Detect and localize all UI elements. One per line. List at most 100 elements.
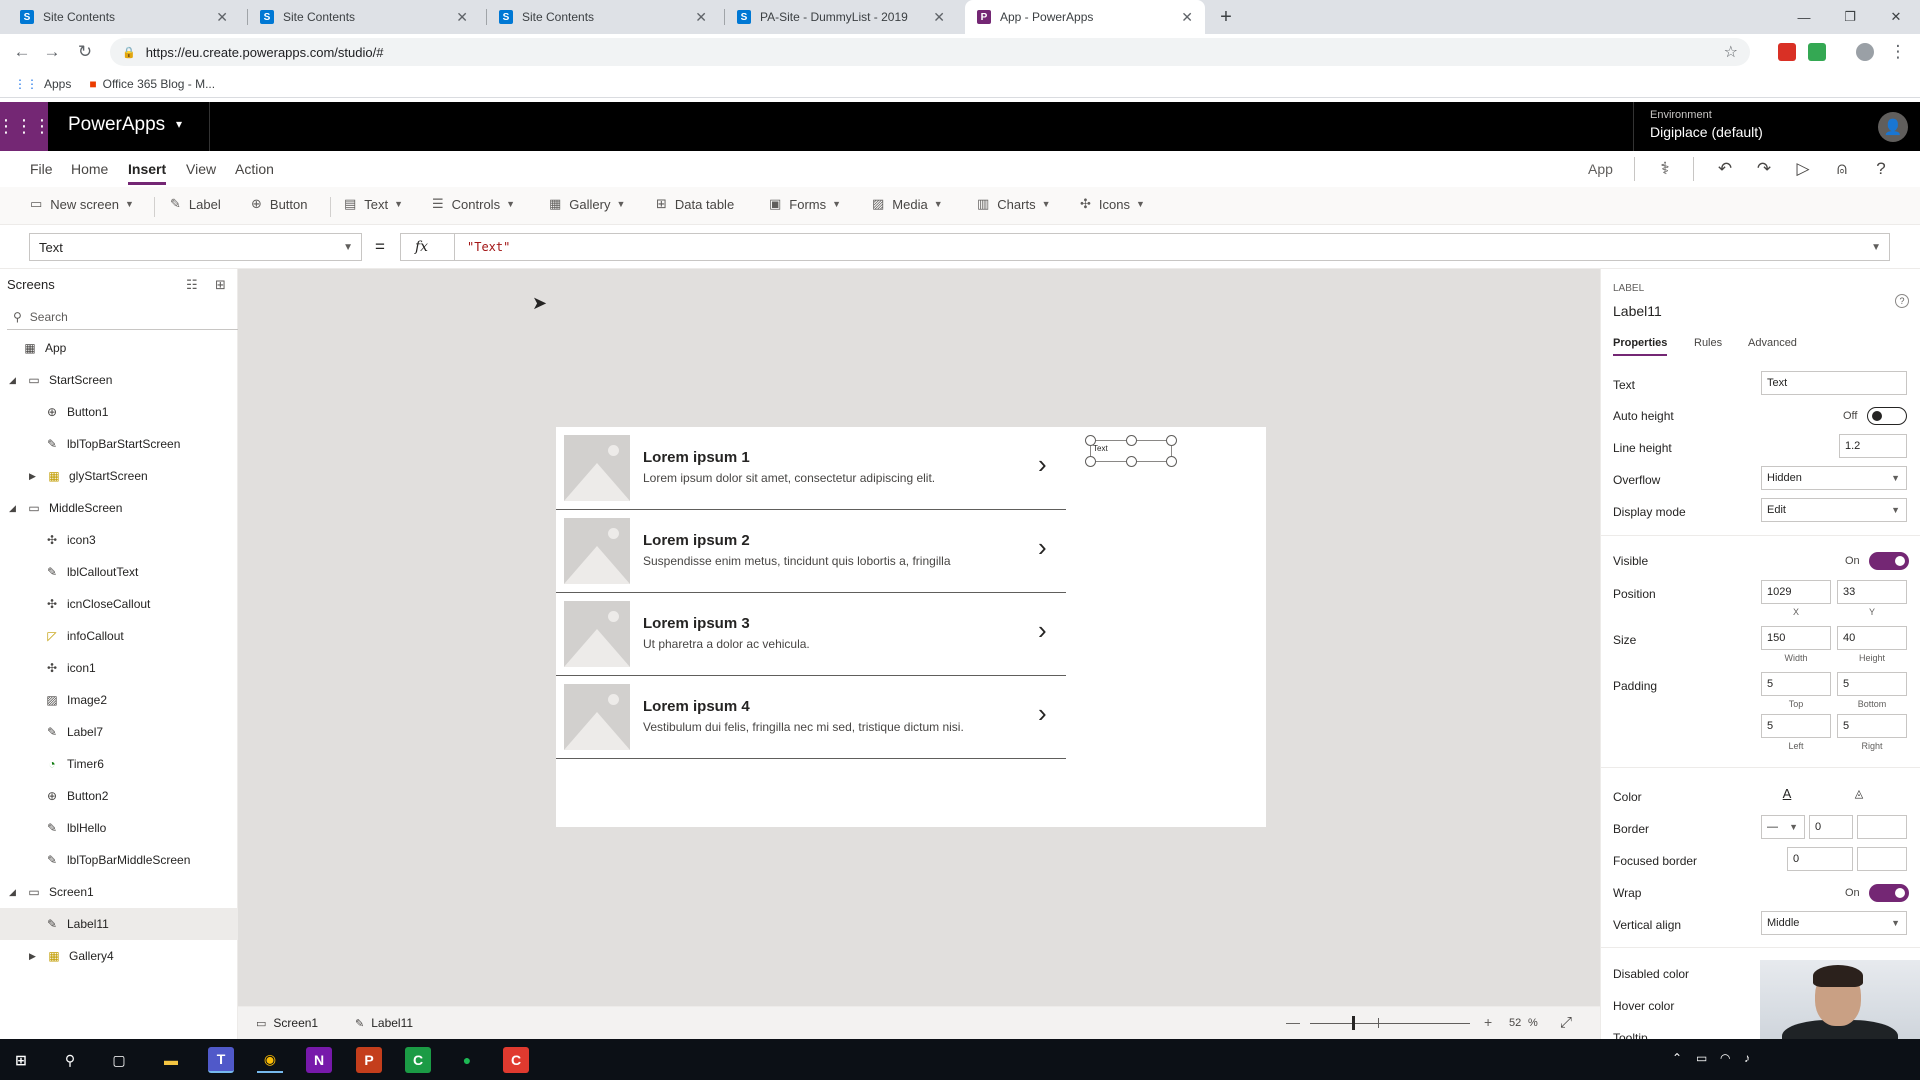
powerpoint-icon[interactable]: P xyxy=(356,1047,382,1073)
reload-icon[interactable]: ↻ xyxy=(73,40,97,64)
tree-node-startscreen[interactable]: ◢ ▭ StartScreen xyxy=(0,364,237,396)
fill-color-picker-icon[interactable]: ◬ xyxy=(1837,782,1881,804)
tree-search-input[interactable]: ⚲ Search xyxy=(7,304,238,330)
insert-data-table-button[interactable]: ⊞ Data table xyxy=(656,196,734,212)
text-color-picker-icon[interactable]: A xyxy=(1765,782,1809,804)
padding-top-input[interactable]: 5 xyxy=(1761,672,1831,696)
expand-formula-icon[interactable]: ▼ xyxy=(1871,242,1881,253)
app-checker-label[interactable]: App xyxy=(1588,161,1613,177)
tree-node-icon1[interactable]: ✣ icon1 xyxy=(0,652,237,684)
share-user-icon[interactable]: ⍝ xyxy=(1829,157,1855,181)
resize-handle[interactable] xyxy=(1166,435,1177,446)
breadcrumb-label11[interactable]: ✎ Label11 xyxy=(355,1016,413,1030)
zoom-slider[interactable] xyxy=(1310,1023,1470,1024)
close-tab-icon[interactable]: ✕ xyxy=(933,9,945,26)
text-prop-input[interactable]: Text xyxy=(1761,371,1907,395)
browser-tab[interactable]: S PA-Site - DummyList - 2019 ✕ xyxy=(725,0,957,34)
menu-home[interactable]: Home xyxy=(71,161,108,177)
tree-node-label7[interactable]: ✎ Label7 xyxy=(0,716,237,748)
collapse-caret-icon[interactable]: ◢ xyxy=(9,375,16,386)
restore-icon[interactable]: ❐ xyxy=(1830,4,1870,30)
vertical-align-dropdown[interactable]: Middle ▼ xyxy=(1761,911,1907,935)
back-icon[interactable]: ← xyxy=(10,40,34,64)
onenote-icon[interactable]: N xyxy=(306,1047,332,1073)
insert-charts-dropdown[interactable]: ▥ Charts ▼ xyxy=(977,196,1051,212)
tree-node-timer6[interactable]: ◔ Timer6 xyxy=(0,748,237,780)
user-avatar-icon[interactable]: 👤 xyxy=(1878,112,1908,142)
chevron-right-icon[interactable]: › xyxy=(1038,449,1047,480)
file-explorer-icon[interactable]: ▬ xyxy=(158,1047,184,1073)
zoom-in-button[interactable]: + xyxy=(1484,1014,1492,1030)
insert-gallery-dropdown[interactable]: ▦ Gallery ▼ xyxy=(549,196,625,212)
menu-view[interactable]: View xyxy=(186,161,216,177)
environment-picker[interactable]: Digiplace (default) xyxy=(1650,124,1763,140)
insert-icons-dropdown[interactable]: ✣ Icons ▼ xyxy=(1080,196,1145,212)
menu-file[interactable]: File xyxy=(30,161,53,177)
fit-to-window-icon[interactable]: ⤢ xyxy=(1560,1014,1572,1031)
chevron-right-icon[interactable]: › xyxy=(1038,698,1047,729)
formula-text[interactable]: "Text" xyxy=(455,240,510,254)
browser-tab[interactable]: S Site Contents ✕ xyxy=(487,0,719,34)
focused-border-color-picker[interactable] xyxy=(1857,847,1907,871)
visible-toggle[interactable] xyxy=(1869,552,1909,570)
tree-node-glystartscreen[interactable]: ▶ ▦ glyStartScreen xyxy=(0,460,237,492)
browser-menu-icon[interactable]: ⋮ xyxy=(1886,40,1910,64)
control-name[interactable]: Label11 xyxy=(1613,303,1662,319)
browser-tab[interactable]: S Site Contents ✕ xyxy=(248,0,480,34)
browser-tab-active[interactable]: P App - PowerApps ✕ xyxy=(965,0,1205,34)
forward-icon[interactable]: → xyxy=(40,40,64,64)
list-view-icon[interactable]: ☷ xyxy=(186,277,198,293)
camtasia-icon[interactable]: C xyxy=(405,1047,431,1073)
tree-node-label11[interactable]: ✎ Label11 xyxy=(0,908,237,940)
border-thickness-input[interactable]: 0 xyxy=(1809,815,1853,839)
resize-handle[interactable] xyxy=(1126,435,1137,446)
tree-node-lbltopbarstartscreen[interactable]: ✎ lblTopBarStartScreen xyxy=(0,428,237,460)
help-icon[interactable]: ? xyxy=(1868,157,1894,181)
breadcrumb-screen1[interactable]: ▭ Screen1 xyxy=(256,1016,318,1030)
gallery-item[interactable]: Lorem ipsum 2 Suspendisse enim metus, ti… xyxy=(556,510,1066,593)
tree-node-app[interactable]: ▦ App xyxy=(0,332,237,364)
resize-handle[interactable] xyxy=(1166,456,1177,467)
play-icon[interactable]: ▷ xyxy=(1790,157,1816,181)
padding-left-input[interactable]: 5 xyxy=(1761,714,1831,738)
position-y-input[interactable]: 33 xyxy=(1837,580,1907,604)
insert-label-button[interactable]: ✎ Label xyxy=(170,196,221,212)
formula-input[interactable]: fx "Text" ▼ xyxy=(400,233,1890,261)
display-mode-dropdown[interactable]: Edit ▼ xyxy=(1761,498,1907,522)
tree-node-middlescreen[interactable]: ◢ ▭ MiddleScreen xyxy=(0,492,237,524)
zoom-out-button[interactable]: — xyxy=(1286,1014,1300,1030)
menu-insert[interactable]: Insert xyxy=(128,161,167,185)
close-tab-icon[interactable]: ✕ xyxy=(1181,9,1193,26)
tree-node-screen1[interactable]: ◢ ▭ Screen1 xyxy=(0,876,237,908)
redo-icon[interactable]: ↷ xyxy=(1751,157,1777,181)
minimize-icon[interactable]: — xyxy=(1784,4,1824,30)
auto-height-toggle[interactable] xyxy=(1867,407,1907,425)
close-tab-icon[interactable]: ✕ xyxy=(456,9,468,26)
border-color-picker[interactable] xyxy=(1857,815,1907,839)
line-height-input[interactable]: 1.2 xyxy=(1839,434,1907,458)
tree-node-gallery4[interactable]: ▶ ▦ Gallery4 xyxy=(0,940,237,972)
menu-action[interactable]: Action xyxy=(235,161,274,177)
bookmark-office365-blog[interactable]: ■ Office 365 Blog - M... xyxy=(89,77,215,91)
new-tab-button[interactable]: + xyxy=(1214,5,1238,29)
thumbnail-view-icon[interactable]: ⊞ xyxy=(215,277,226,293)
recorder-icon[interactable]: C xyxy=(503,1047,529,1073)
padding-right-input[interactable]: 5 xyxy=(1837,714,1907,738)
profile-icon[interactable] xyxy=(1856,43,1874,61)
tab-properties[interactable]: Properties xyxy=(1613,337,1668,356)
tree-node-button2[interactable]: ⊕ Button2 xyxy=(0,780,237,812)
windows-start-icon[interactable]: ⊞ xyxy=(8,1047,34,1073)
stethoscope-icon[interactable]: ⚕ xyxy=(1652,157,1678,181)
design-canvas[interactable]: Lorem ipsum 1 Lorem ipsum dolor sit amet… xyxy=(238,269,1600,1019)
insert-controls-dropdown[interactable]: ☰ Controls ▼ xyxy=(432,196,515,212)
tree-node-lblhello[interactable]: ✎ lblHello xyxy=(0,812,237,844)
focused-border-input[interactable]: 0 xyxy=(1787,847,1853,871)
wrap-toggle[interactable] xyxy=(1869,884,1909,902)
collapse-caret-icon[interactable]: ◢ xyxy=(9,887,16,898)
resize-handle[interactable] xyxy=(1085,456,1096,467)
extension-icon[interactable] xyxy=(1778,43,1796,61)
resize-handle[interactable] xyxy=(1126,456,1137,467)
fx-icon[interactable]: fx xyxy=(401,234,455,260)
help-icon[interactable]: ? xyxy=(1895,294,1909,308)
zoom-slider-thumb[interactable] xyxy=(1352,1016,1355,1030)
